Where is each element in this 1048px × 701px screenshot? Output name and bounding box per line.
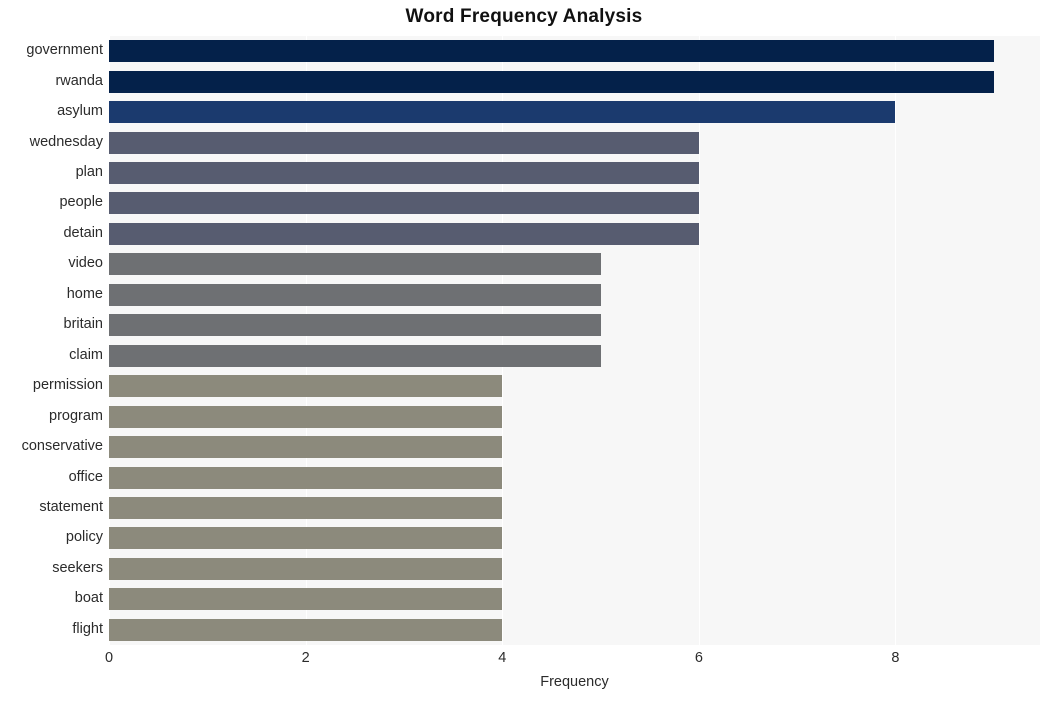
y-axis-tick-label: detain	[63, 224, 103, 241]
y-axis-tick-label: claim	[69, 346, 103, 363]
y-axis-tick-label: people	[59, 194, 103, 211]
bar-row[interactable]	[109, 283, 1040, 306]
bar[interactable]	[109, 222, 699, 245]
x-axis-tick-label: 6	[694, 650, 703, 666]
bar[interactable]	[109, 344, 601, 367]
y-axis-tick-label: seekers	[52, 559, 103, 576]
y-axis-tick-label: government	[26, 42, 103, 59]
y-axis-tick-label: conservative	[21, 438, 103, 455]
x-axis-tick-label: 2	[301, 650, 310, 666]
bar[interactable]	[109, 466, 503, 489]
bar[interactable]	[109, 314, 601, 337]
bar[interactable]	[109, 588, 503, 611]
y-axis-tick-label: home	[66, 285, 103, 302]
bar[interactable]	[109, 436, 503, 459]
bar[interactable]	[109, 375, 503, 398]
bar[interactable]	[109, 618, 503, 641]
y-axis-tick-label: office	[68, 468, 103, 485]
bar-row[interactable]	[109, 436, 1040, 459]
x-axis-tick-label: 8	[891, 650, 900, 666]
bar[interactable]	[109, 101, 896, 124]
bar-row[interactable]	[109, 588, 1040, 611]
bar[interactable]	[109, 253, 601, 276]
y-axis-tick-label: asylum	[57, 103, 103, 120]
bar-row[interactable]	[109, 70, 1040, 93]
bar[interactable]	[109, 192, 699, 215]
bar-row[interactable]	[109, 253, 1040, 276]
bar-row[interactable]	[109, 131, 1040, 154]
y-axis-tick-label: statement	[39, 498, 103, 515]
bar-row[interactable]	[109, 162, 1040, 185]
bar[interactable]	[109, 40, 994, 63]
plot-area	[109, 36, 1040, 645]
bar-row[interactable]	[109, 557, 1040, 580]
bar-row[interactable]	[109, 192, 1040, 215]
bar[interactable]	[109, 283, 601, 306]
bar[interactable]	[109, 405, 503, 428]
y-axis-tick-label: permission	[32, 377, 103, 394]
y-axis-tick-label: program	[49, 407, 103, 424]
bar-row[interactable]	[109, 405, 1040, 428]
y-axis-tick-label: wednesday	[29, 133, 103, 150]
bar-row[interactable]	[109, 466, 1040, 489]
y-axis-tick-label: boat	[74, 590, 103, 607]
bar-row[interactable]	[109, 344, 1040, 367]
bar[interactable]	[109, 162, 699, 185]
y-axis-tick-label: plan	[75, 164, 103, 181]
x-axis-tick-label: 0	[104, 650, 114, 666]
x-axis-title: Frequency	[540, 674, 609, 690]
y-axis-tick-label: britain	[63, 316, 104, 333]
x-axis-tick-label: 4	[498, 650, 507, 666]
bar-row[interactable]	[109, 222, 1040, 245]
bar-row[interactable]	[109, 375, 1040, 398]
bar[interactable]	[109, 131, 699, 154]
chart-title: Word Frequency Analysis	[405, 6, 643, 27]
x-axis-ticks: 0 2 4 6 8	[105, 650, 1040, 672]
bar-row[interactable]	[109, 101, 1040, 124]
y-axis-labels: government rwanda asylum wednesday plan peopl…	[0, 36, 103, 645]
bar[interactable]	[109, 70, 994, 93]
bar[interactable]	[109, 557, 503, 580]
word-frequency-chart: Word Frequency Analysis government rwanda…	[0, 0, 1048, 701]
y-axis-tick-label: video	[68, 255, 103, 272]
bar[interactable]	[109, 527, 503, 550]
bar[interactable]	[109, 496, 503, 519]
bars-layer	[109, 36, 1040, 645]
bar-row[interactable]	[109, 314, 1040, 337]
bar-row[interactable]	[109, 496, 1040, 519]
bar-row[interactable]	[109, 40, 1040, 63]
bar-row[interactable]	[109, 618, 1040, 641]
y-axis-tick-label: flight	[72, 620, 103, 637]
y-axis-tick-label: policy	[65, 529, 103, 546]
bar-row[interactable]	[109, 527, 1040, 550]
y-axis-tick-label: rwanda	[55, 72, 103, 89]
